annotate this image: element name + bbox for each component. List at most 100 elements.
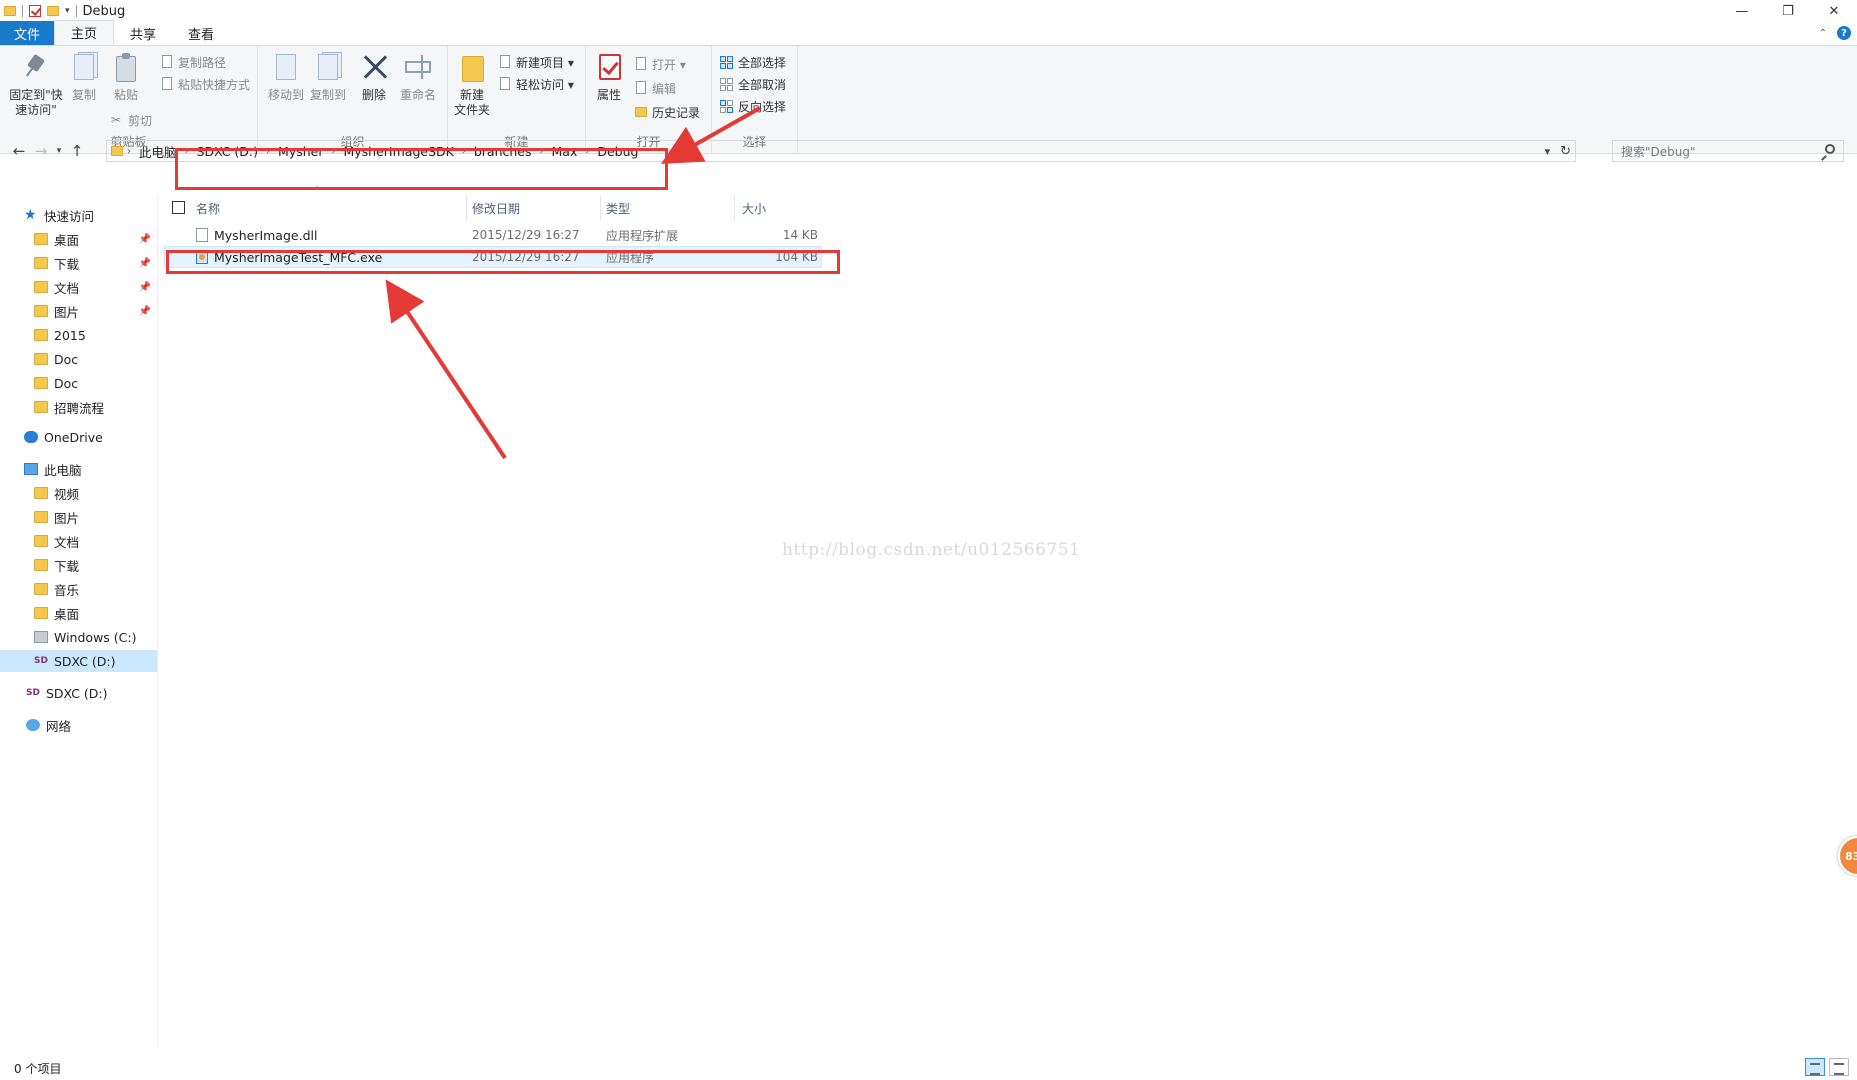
column-header-size[interactable]: 大小: [742, 196, 822, 220]
breadcrumb-max[interactable]: Max: [544, 144, 586, 159]
sidebar-item-documents[interactable]: 文档 📌: [0, 276, 157, 298]
file-name-cell[interactable]: MysherImageTest_MFC.exe: [196, 246, 382, 268]
address-bar[interactable]: › 此电脑 › SDXC (D:) › Mysher › MysherImage…: [106, 140, 1576, 162]
sidebar-item-downloads[interactable]: 下载 📌: [0, 252, 157, 274]
copy-to-button[interactable]: 复制到: [308, 52, 348, 103]
tab-view[interactable]: 查看: [172, 21, 230, 45]
address-tail: ▾ ↻: [1545, 141, 1571, 161]
up-arrow-icon[interactable]: ↑: [66, 142, 88, 160]
sidebar-item-label: 图片: [54, 304, 80, 320]
sidebar-item-network[interactable]: 网络: [0, 714, 157, 736]
move-to-button[interactable]: 移动到: [266, 52, 306, 103]
recent-locations-chevron-icon[interactable]: ▾: [52, 146, 66, 156]
move-to-icon: [270, 52, 302, 84]
sidebar-item-label: Doc: [54, 375, 79, 391]
sidebar-item-pictures[interactable]: 图片 📌: [0, 300, 157, 322]
column-header-type[interactable]: 类型: [606, 196, 736, 220]
edit-button[interactable]: 编辑: [634, 78, 676, 98]
select-none-button[interactable]: 全部取消: [720, 74, 786, 94]
sidebar-item-downloads[interactable]: 下载: [0, 554, 157, 576]
new-folder-button[interactable]: 新建 文件夹: [452, 52, 492, 118]
file-name-cell[interactable]: MysherImage.dll: [196, 224, 317, 246]
breadcrumb-this-pc[interactable]: 此电脑: [131, 142, 185, 161]
table-row[interactable]: MysherImage.dll 2015/12/29 16:27 应用程序扩展 …: [164, 224, 822, 246]
breadcrumb-debug[interactable]: Debug: [589, 144, 646, 159]
close-button[interactable]: ✕: [1811, 0, 1857, 22]
refresh-icon[interactable]: ↻: [1560, 144, 1571, 159]
forward-arrow-icon[interactable]: →: [30, 142, 52, 160]
sidebar-item-pictures[interactable]: 图片: [0, 506, 157, 528]
column-divider[interactable]: [466, 196, 467, 220]
sidebar-item-doc[interactable]: Doc: [0, 348, 157, 370]
search-icon[interactable]: [1825, 144, 1835, 154]
column-divider[interactable]: [734, 196, 735, 220]
large-icons-view-icon[interactable]: [1829, 1058, 1849, 1076]
column-header-name[interactable]: 名称: [196, 196, 426, 220]
sidebar-item-this-pc[interactable]: 此电脑: [0, 458, 157, 480]
file-size: 104 KB: [775, 250, 818, 264]
sidebar-item-drive-c[interactable]: Windows (C:): [0, 626, 157, 648]
cut-button[interactable]: ✂ 剪切: [110, 110, 152, 130]
select-all-button[interactable]: 全部选择: [720, 52, 786, 72]
rename-button[interactable]: 重命名: [398, 52, 438, 103]
history-button[interactable]: 历史记录: [634, 102, 700, 122]
easy-access-button[interactable]: 轻松访问 ▾: [498, 74, 574, 94]
pin-icon[interactable]: 📌: [139, 234, 151, 245]
breadcrumb-sdk[interactable]: MysherImageSDK: [335, 144, 461, 159]
new-item-button[interactable]: 新建项目 ▾: [498, 52, 574, 72]
pin-to-quick-access-button[interactable]: 固定到"快速访问": [6, 52, 66, 118]
breadcrumb-mysher[interactable]: Mysher: [270, 144, 331, 159]
sidebar-item-onedrive[interactable]: OneDrive: [0, 426, 157, 448]
address-dropdown-chevron-icon[interactable]: ▾: [1545, 145, 1551, 158]
breadcrumb-branches[interactable]: branches: [466, 144, 540, 159]
restore-button[interactable]: ❐: [1765, 0, 1811, 22]
pin-icon[interactable]: 📌: [139, 282, 151, 293]
sidebar-item-videos[interactable]: 视频: [0, 482, 157, 504]
back-arrow-icon[interactable]: ←: [8, 142, 30, 160]
search-box[interactable]: 搜索"Debug": [1612, 140, 1844, 162]
paste-shortcut-button[interactable]: 粘贴快捷方式: [160, 74, 250, 94]
column-divider[interactable]: [600, 196, 601, 220]
details-view-icon[interactable]: [1805, 1058, 1825, 1076]
minimize-button[interactable]: —: [1719, 0, 1765, 22]
breadcrumb-drive[interactable]: SDXC (D:): [189, 144, 267, 159]
sidebar-item-drive-d[interactable]: SD SDXC (D:): [0, 650, 157, 672]
new-folder-quick-icon[interactable]: [47, 6, 59, 16]
pin-label: 固定到"快速访问": [9, 88, 63, 117]
open-button[interactable]: 打开 ▾: [634, 54, 686, 74]
sidebar-item-2015[interactable]: 2015: [0, 324, 157, 346]
customize-toolbar-chevron-icon[interactable]: ▾: [65, 6, 70, 16]
tab-file[interactable]: 文件: [0, 21, 54, 45]
copy-button[interactable]: 复制: [68, 52, 100, 103]
sidebar-item-documents[interactable]: 文档: [0, 530, 157, 552]
invert-selection-button[interactable]: 反向选择: [720, 96, 786, 116]
tab-share[interactable]: 共享: [114, 21, 172, 45]
folder-icon: [4, 6, 16, 16]
copy-path-button[interactable]: 复制路径: [160, 52, 226, 72]
paste-button[interactable]: 粘贴: [110, 52, 142, 103]
column-header-date[interactable]: 修改日期: [472, 196, 602, 220]
floating-badge[interactable]: 83: [1838, 836, 1857, 876]
sidebar-item-label: 网络: [46, 718, 72, 734]
tab-home[interactable]: 主页: [54, 20, 115, 45]
help-icon[interactable]: ?: [1837, 26, 1851, 40]
sd-card-icon: SD: [34, 656, 48, 666]
delete-button[interactable]: 删除: [358, 52, 390, 103]
pin-icon: [20, 52, 52, 84]
properties-check-icon: [593, 52, 625, 84]
paste-icon: [110, 52, 142, 84]
sidebar-item-recruitment[interactable]: 招聘流程: [0, 396, 157, 418]
properties-button[interactable]: 属性: [592, 52, 626, 103]
collapse-ribbon-chevron-icon[interactable]: ⌃: [1819, 28, 1827, 39]
select-all-checkbox[interactable]: [172, 201, 185, 214]
sidebar-item-desktop[interactable]: 桌面 📌: [0, 228, 157, 250]
pin-icon[interactable]: 📌: [139, 258, 151, 269]
properties-quick-icon[interactable]: [29, 5, 41, 17]
sidebar-item-desktop[interactable]: 桌面: [0, 602, 157, 624]
sidebar-item-sdxc[interactable]: SD SDXC (D:): [0, 682, 157, 704]
table-row[interactable]: MysherImageTest_MFC.exe 2015/12/29 16:27…: [164, 246, 822, 268]
sidebar-item-doc[interactable]: Doc: [0, 372, 157, 394]
sidebar-item-quick-access[interactable]: ★ 快速访问: [0, 204, 157, 226]
sidebar-item-music[interactable]: 音乐: [0, 578, 157, 600]
pin-icon[interactable]: 📌: [139, 306, 151, 317]
